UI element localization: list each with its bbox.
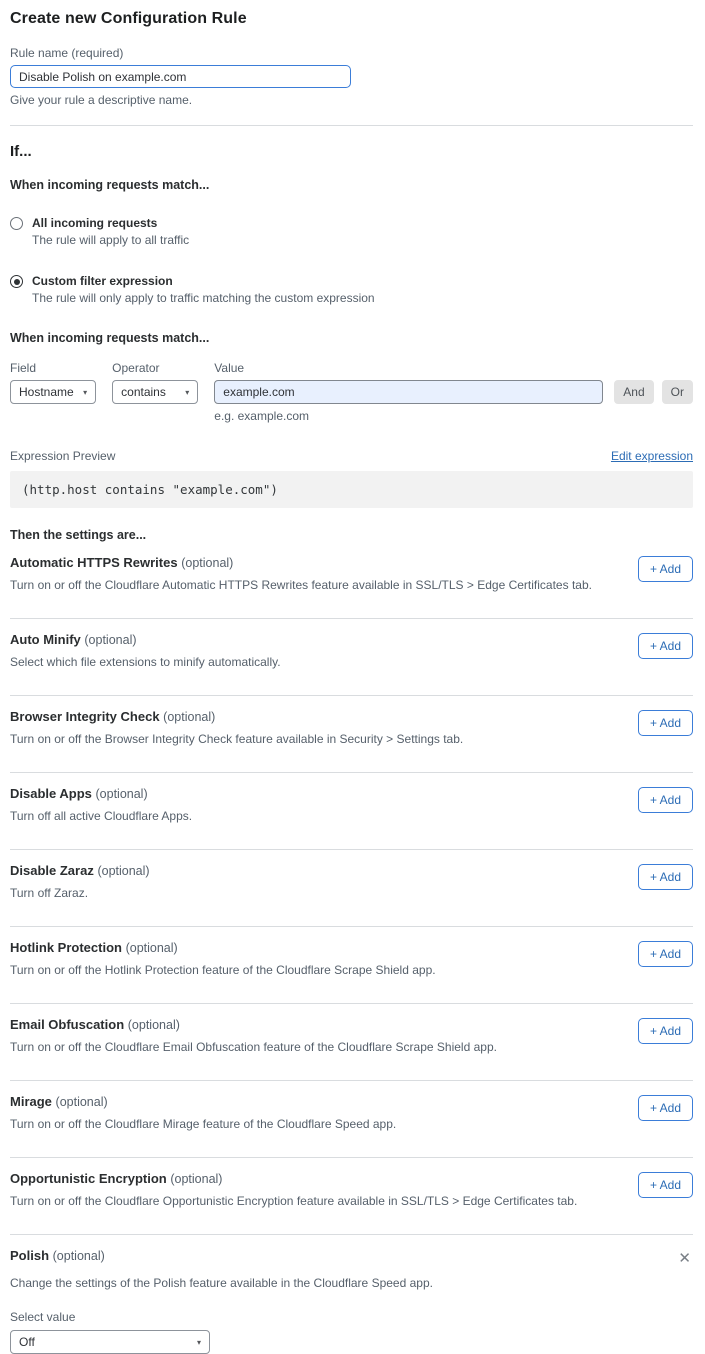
select-value-label: Select value: [10, 1310, 693, 1324]
add-button[interactable]: + Add: [638, 941, 693, 967]
setting-description: Turn on or off the Hotlink Protection fe…: [10, 963, 436, 977]
setting-description: Select which file extensions to minify a…: [10, 655, 281, 669]
radio-option-all-incoming-requests[interactable]: All incoming requests The rule will appl…: [10, 216, 693, 247]
radio-description: The rule will apply to all traffic: [32, 233, 189, 247]
optional-tag: (optional): [128, 1018, 180, 1032]
polish-select-value: Off: [19, 1335, 35, 1349]
optional-tag: (optional): [170, 1172, 222, 1186]
add-button[interactable]: + Add: [638, 556, 693, 582]
setting-description: Turn on or off the Browser Integrity Che…: [10, 732, 463, 746]
setting-description: Turn on or off the Cloudflare Mirage fea…: [10, 1117, 396, 1131]
incoming-requests-match-heading: When incoming requests match...: [10, 178, 693, 192]
field-select-value: Hostname: [19, 385, 74, 399]
setting-row-email-obfuscation: Email Obfuscation (optional) Turn on or …: [10, 1004, 693, 1081]
setting-row-mirage: Mirage (optional) Turn on or off the Clo…: [10, 1081, 693, 1158]
radio-option-custom-filter-expression[interactable]: Custom filter expression The rule will o…: [10, 274, 693, 305]
optional-tag: (optional): [97, 864, 149, 878]
value-hint: e.g. example.com: [214, 409, 603, 423]
setting-description: Turn off all active Cloudflare Apps.: [10, 809, 192, 823]
setting-description: Change the settings of the Polish featur…: [10, 1276, 693, 1290]
add-button[interactable]: + Add: [638, 710, 693, 736]
setting-name: Disable Zaraz: [10, 863, 94, 878]
optional-tag: (optional): [96, 787, 148, 801]
edit-expression-link[interactable]: Edit expression: [611, 449, 693, 463]
create-configuration-rule-page: Create new Configuration Rule Rule name …: [0, 0, 705, 1354]
operator-select-value: contains: [121, 385, 166, 399]
add-button[interactable]: + Add: [638, 1018, 693, 1044]
setting-name: Browser Integrity Check: [10, 709, 160, 724]
expression-builder-row: Field Hostname ▾ Operator contains ▾ Val…: [10, 361, 693, 423]
setting-row-browser-integrity-check: Browser Integrity Check (optional) Turn …: [10, 696, 693, 773]
radio-button-unchecked[interactable]: [10, 217, 23, 230]
setting-description: Turn off Zaraz.: [10, 886, 150, 900]
optional-tag: (optional): [53, 1249, 105, 1263]
field-label: Field: [10, 361, 96, 375]
operator-label: Operator: [112, 361, 198, 375]
add-button[interactable]: + Add: [638, 633, 693, 659]
setting-row-polish: Polish (optional) ✕ Change the settings …: [10, 1235, 693, 1354]
value-input[interactable]: [214, 380, 603, 404]
expression-code: (http.host contains "example.com"): [10, 471, 693, 508]
and-button[interactable]: And: [614, 380, 653, 404]
radio-button-checked[interactable]: [10, 275, 23, 288]
chevron-down-icon: ▾: [83, 388, 87, 397]
close-icon[interactable]: ✕: [676, 1249, 693, 1268]
setting-name: Polish: [10, 1248, 49, 1263]
rule-name-label: Rule name (required): [10, 46, 693, 60]
polish-value-select[interactable]: Off ▾: [10, 1330, 210, 1354]
optional-tag: (optional): [56, 1095, 108, 1109]
radio-description: The rule will only apply to traffic matc…: [32, 291, 375, 305]
rule-name-block: Rule name (required) Give your rule a de…: [10, 46, 693, 107]
optional-tag: (optional): [126, 941, 178, 955]
setting-description: Turn on or off the Cloudflare Automatic …: [10, 578, 592, 592]
setting-row-disable-apps: Disable Apps (optional) Turn off all act…: [10, 773, 693, 850]
setting-name: Email Obfuscation: [10, 1017, 124, 1032]
add-button[interactable]: + Add: [638, 1172, 693, 1198]
if-heading: If...: [10, 143, 693, 160]
setting-name: Automatic HTTPS Rewrites: [10, 555, 178, 570]
field-select[interactable]: Hostname ▾: [10, 380, 96, 404]
rule-name-helper: Give your rule a descriptive name.: [10, 93, 693, 107]
setting-name: Mirage: [10, 1094, 52, 1109]
setting-row-auto-minify: Auto Minify (optional) Select which file…: [10, 619, 693, 696]
optional-tag: (optional): [163, 710, 215, 724]
setting-name: Auto Minify: [10, 632, 81, 647]
add-button[interactable]: + Add: [638, 1095, 693, 1121]
add-button[interactable]: + Add: [638, 787, 693, 813]
chevron-down-icon: ▾: [197, 1338, 201, 1347]
setting-row-automatic-https-rewrites: Automatic HTTPS Rewrites (optional) Turn…: [10, 542, 693, 619]
expression-builder-heading: When incoming requests match...: [10, 331, 693, 345]
operator-select[interactable]: contains ▾: [112, 380, 198, 404]
rule-name-input[interactable]: [10, 65, 351, 88]
page-title: Create new Configuration Rule: [10, 10, 693, 28]
optional-tag: (optional): [181, 556, 233, 570]
radio-label: All incoming requests: [32, 216, 189, 230]
setting-name: Hotlink Protection: [10, 940, 122, 955]
value-label: Value: [214, 361, 603, 375]
setting-description: Turn on or off the Cloudflare Email Obfu…: [10, 1040, 497, 1054]
divider: [10, 125, 693, 126]
expression-preview-row: Expression Preview Edit expression: [10, 449, 693, 463]
setting-row-opportunistic-encryption: Opportunistic Encryption (optional) Turn…: [10, 1158, 693, 1235]
or-button[interactable]: Or: [662, 380, 693, 404]
then-settings-heading: Then the settings are...: [10, 528, 693, 542]
optional-tag: (optional): [84, 633, 136, 647]
setting-row-hotlink-protection: Hotlink Protection (optional) Turn on or…: [10, 927, 693, 1004]
expression-preview-label: Expression Preview: [10, 449, 115, 463]
setting-name: Disable Apps: [10, 786, 92, 801]
add-button[interactable]: + Add: [638, 864, 693, 890]
setting-name: Opportunistic Encryption: [10, 1171, 167, 1186]
radio-label: Custom filter expression: [32, 274, 375, 288]
chevron-down-icon: ▾: [185, 388, 189, 397]
setting-description: Turn on or off the Cloudflare Opportunis…: [10, 1194, 577, 1208]
setting-row-disable-zaraz: Disable Zaraz (optional) Turn off Zaraz.…: [10, 850, 693, 927]
